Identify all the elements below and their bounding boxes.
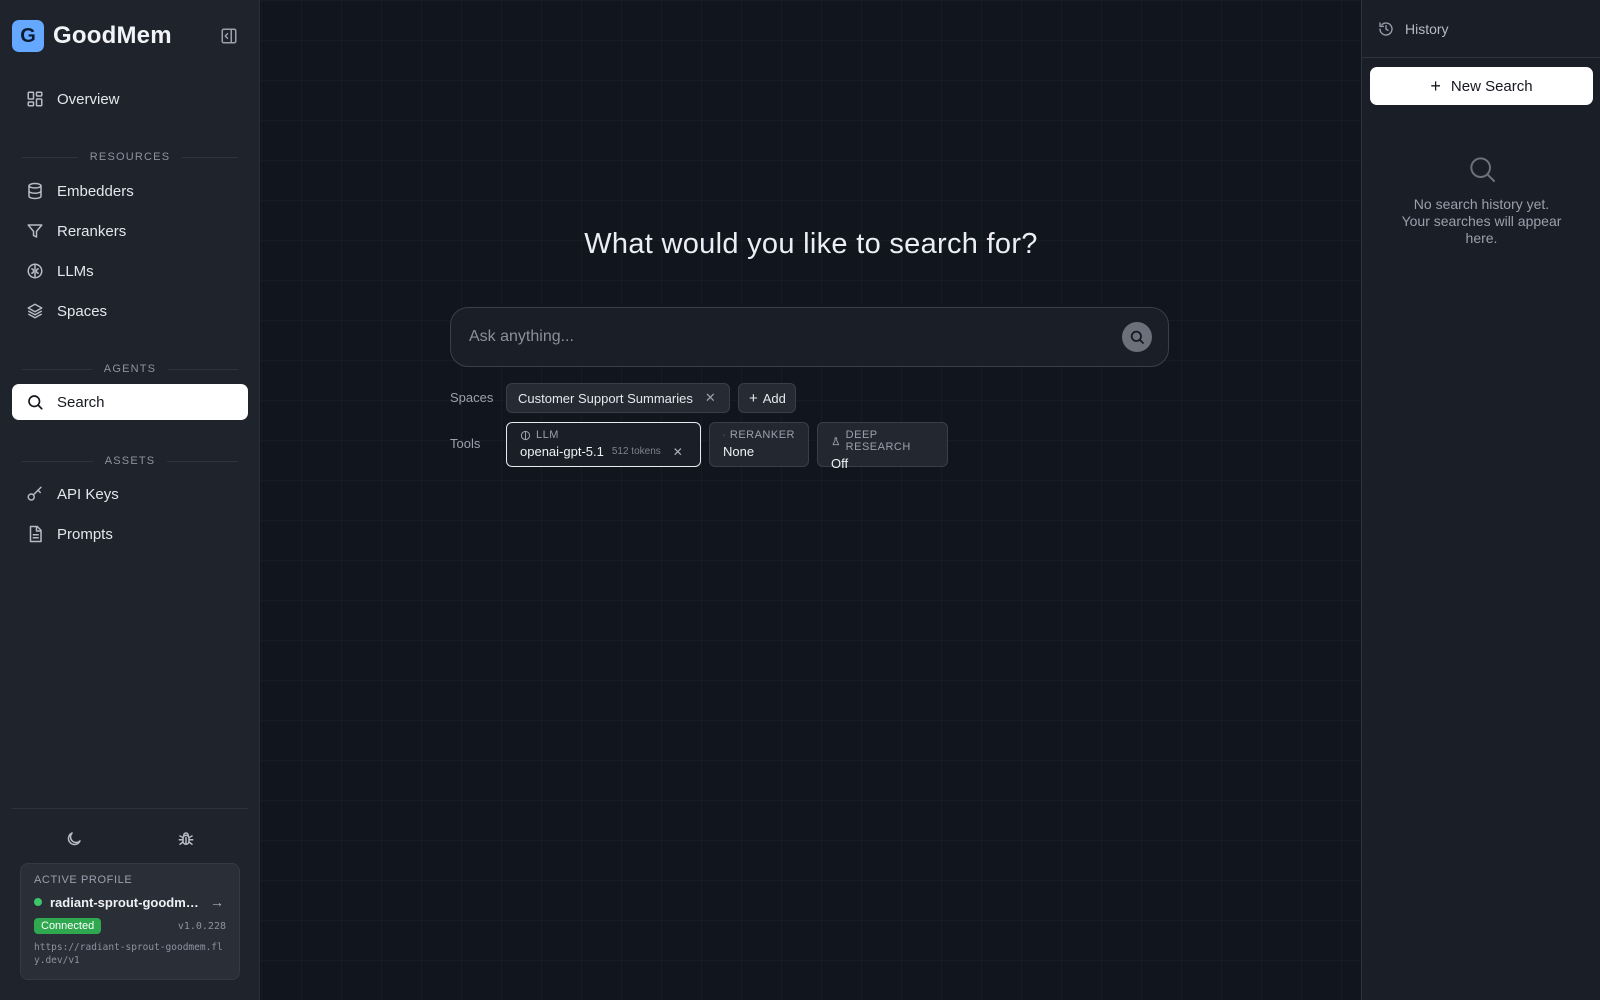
remove-space-icon[interactable]: ✕ <box>705 390 716 406</box>
add-space-button[interactable]: + Add <box>738 383 796 413</box>
sidebar-item-label: Prompts <box>57 525 113 543</box>
search-input[interactable] <box>469 308 1089 366</box>
tool-reranker-label: RERANKER <box>729 429 795 441</box>
brain-icon <box>27 263 43 279</box>
sidebar-item-overview[interactable]: Overview <box>12 81 248 117</box>
filter-icon <box>27 224 43 238</box>
sidebar-item-prompts[interactable]: Prompts <box>12 516 248 552</box>
sidebar-item-rerankers[interactable]: Rerankers <box>12 213 248 249</box>
sidebar-item-spaces[interactable]: Spaces <box>12 293 248 329</box>
active-profile-card: ACTIVE PROFILE radiant-sprout-goodmem → … <box>20 863 240 980</box>
history-title: History <box>1405 20 1449 37</box>
tools-label: Tools <box>450 436 481 451</box>
space-chip: Customer Support Summaries ✕ <box>506 383 730 413</box>
status-dot <box>34 898 42 906</box>
tool-llm-label: LLM <box>536 429 559 441</box>
tool-deep-research-label: DEEP RESEARCH <box>845 429 911 453</box>
brain-icon <box>520 430 531 440</box>
section-label-agents: AGENTS <box>22 362 238 376</box>
sidebar-item-search[interactable]: Search <box>12 384 248 420</box>
sidebar-item-label: Overview <box>57 90 120 108</box>
version-label: v1.0.228 <box>177 920 226 932</box>
sidebar-item-api-keys[interactable]: API Keys <box>12 476 248 512</box>
flask-icon <box>832 436 840 445</box>
remove-llm-icon[interactable]: ✕ <box>673 445 683 459</box>
history-panel: History + New Search No search history y… <box>1361 0 1600 1000</box>
brand-name: GoodMem <box>53 22 172 49</box>
plus-icon: + <box>749 389 758 407</box>
collapse-sidebar-icon[interactable] <box>218 26 240 46</box>
new-search-label: New Search <box>1450 77 1533 95</box>
profile-url: https://radiant-sprout-goodmem.fly.dev/v… <box>34 942 223 966</box>
page-title: What would you like to search for? <box>584 228 1038 260</box>
history-header: History <box>1362 0 1600 58</box>
document-icon <box>29 525 42 543</box>
main-content: What would you like to search for? Space… <box>261 0 1361 1000</box>
new-search-button[interactable]: + New Search <box>1370 67 1593 105</box>
sidebar-item-embedders[interactable]: Embedders <box>12 173 248 209</box>
profile-heading: ACTIVE PROFILE <box>34 874 133 886</box>
add-space-label: Add <box>762 390 786 406</box>
sidebar: G GoodMem Overview RESOURCES Embedders R… <box>0 0 260 1000</box>
search-icon <box>1130 330 1144 344</box>
tool-llm[interactable]: LLM openai-gpt-5.1 512 tokens ✕ <box>506 422 701 467</box>
sidebar-item-label: Spaces <box>57 302 108 320</box>
tool-deep-research-value: Off <box>831 456 849 471</box>
sidebar-item-label: Rerankers <box>57 222 127 240</box>
brand[interactable]: G GoodMem <box>12 20 172 52</box>
tool-reranker[interactable]: RERANKER None <box>709 422 809 467</box>
tool-llm-value: openai-gpt-5.1 <box>520 444 604 459</box>
switch-profile-arrow-icon[interactable]: → <box>210 894 224 910</box>
sidebar-item-label: API Keys <box>57 485 119 503</box>
database-icon <box>28 182 42 200</box>
layers-icon <box>27 303 43 319</box>
section-label-assets: ASSETS <box>22 454 238 468</box>
status-badge: Connected <box>34 918 102 934</box>
sidebar-divider <box>12 808 248 809</box>
moon-icon[interactable] <box>63 828 85 850</box>
brand-logo: G <box>12 20 44 52</box>
history-empty-line1: No search history yet. <box>1413 196 1550 212</box>
section-label-resources: RESOURCES <box>22 150 238 164</box>
history-empty-message: No search history yet. Your searches wil… <box>1386 196 1577 247</box>
tool-deep-research[interactable]: DEEP RESEARCH Off <box>817 422 948 471</box>
spaces-label: Spaces <box>450 390 494 405</box>
search-submit-button[interactable] <box>1122 322 1152 352</box>
bug-icon[interactable] <box>175 828 197 850</box>
key-icon <box>27 486 42 501</box>
sidebar-item-label: LLMs <box>57 262 94 280</box>
search-box <box>450 307 1169 367</box>
history-icon <box>1379 21 1393 36</box>
sidebar-item-label: Embedders <box>57 182 134 200</box>
profile-name: radiant-sprout-goodmem <box>50 894 202 910</box>
plus-icon: + <box>1430 76 1441 96</box>
tool-reranker-value: None <box>723 444 755 459</box>
sidebar-item-label: Search <box>57 393 105 411</box>
space-chip-label: Customer Support Summaries <box>518 390 693 406</box>
sidebar-item-llms[interactable]: LLMs <box>12 253 248 289</box>
search-icon <box>1466 153 1498 190</box>
tool-llm-tokens: 512 tokens <box>611 446 661 457</box>
search-icon <box>28 395 43 410</box>
grid-icon <box>27 91 43 107</box>
filter-icon <box>723 434 725 436</box>
history-empty-line2: Your searches will appear here. <box>1401 213 1562 246</box>
